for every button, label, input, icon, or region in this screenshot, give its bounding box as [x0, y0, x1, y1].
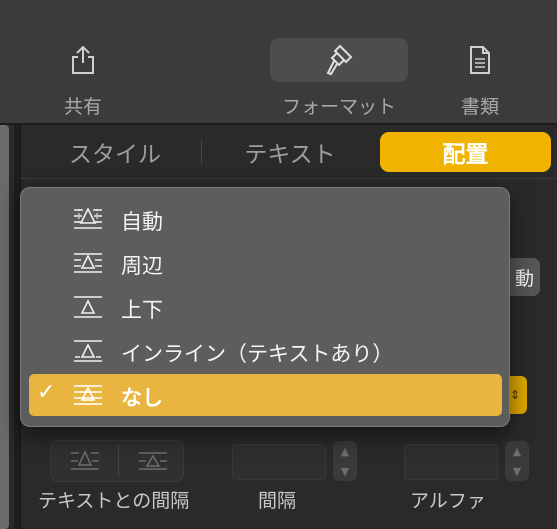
wrap-tight-icon	[70, 450, 99, 470]
wrap-none-icon	[72, 383, 104, 407]
document-icon	[458, 38, 502, 82]
checkmark-icon: ✓	[37, 380, 56, 405]
tabs-divider	[20, 178, 557, 179]
document-label: 書類	[460, 96, 499, 118]
chevron-down-icon[interactable]: ▼	[333, 461, 357, 481]
canvas-edge	[0, 125, 14, 529]
paintbrush-icon	[270, 38, 408, 82]
inspector-tabs: スタイル テキスト 配置	[20, 128, 557, 176]
text-wrap-menu: 自動 周辺 上下 インライン（テキストあり） ✓ なし	[20, 187, 510, 427]
text-fit-tight-button[interactable]	[51, 441, 118, 481]
wrap-automatic-icon	[72, 207, 104, 231]
menu-item-label: なし	[121, 386, 163, 410]
menu-item-automatic[interactable]: 自動	[29, 198, 502, 240]
text-fit-box-button[interactable]	[119, 441, 186, 481]
spacing-field[interactable]	[232, 444, 326, 480]
share-icon	[61, 38, 105, 82]
wrap-box-icon	[138, 452, 167, 470]
chevron-down-icon[interactable]: ▼	[505, 461, 529, 481]
move-button-label: 動	[514, 267, 534, 290]
share-button[interactable]: 共有	[40, 0, 126, 124]
menu-item-above-below[interactable]: 上下	[29, 286, 502, 328]
menu-item-none[interactable]: ✓ なし	[29, 374, 502, 416]
wrap-above-below-icon	[72, 295, 104, 319]
alpha-label: アルファ	[410, 490, 486, 512]
document-button[interactable]: 書類	[445, 0, 515, 124]
menu-item-label: 周辺	[121, 254, 163, 278]
share-label: 共有	[63, 96, 102, 118]
menu-item-label: インライン（テキストあり）	[121, 342, 394, 366]
format-label: フォーマット	[281, 96, 396, 118]
tab-text[interactable]: テキスト	[202, 132, 378, 172]
tab-style[interactable]: スタイル	[30, 132, 200, 172]
popup-arrows-icon: ⇕	[509, 388, 521, 402]
alpha-field[interactable]	[404, 444, 498, 480]
alpha-stepper[interactable]: ▲ ▼	[505, 441, 529, 481]
spacing-label: 間隔	[258, 490, 297, 512]
wrap-inline-icon	[72, 339, 104, 363]
spacing-stepper[interactable]: ▲ ▼	[333, 441, 357, 481]
wrap-around-icon	[72, 251, 104, 275]
tab-arrange[interactable]: 配置	[380, 132, 551, 172]
menu-item-label: 自動	[121, 210, 163, 234]
text-fit-segmented-control	[50, 440, 184, 482]
chevron-up-icon[interactable]: ▲	[505, 441, 529, 461]
format-button[interactable]: フォーマット	[270, 0, 408, 124]
menu-item-around[interactable]: 周辺	[29, 242, 502, 284]
menu-item-inline[interactable]: インライン（テキストあり）	[29, 330, 502, 372]
text-fit-label: テキストとの間隔	[38, 490, 190, 512]
menu-item-label: 上下	[121, 298, 163, 322]
toolbar: 共有 フォーマット 書類	[0, 0, 557, 124]
chevron-up-icon[interactable]: ▲	[333, 441, 357, 461]
